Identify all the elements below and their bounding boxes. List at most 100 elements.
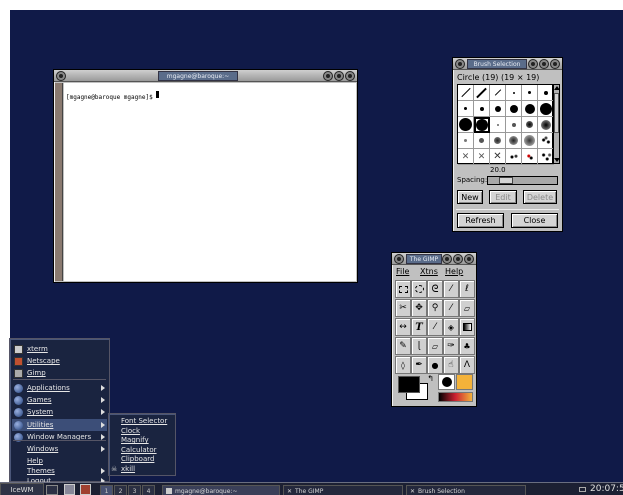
brush-cell[interactable] (474, 101, 490, 117)
close-button[interactable]: Close (511, 213, 558, 228)
brush-cell[interactable] (458, 117, 474, 133)
terminal-launcher-icon[interactable] (64, 484, 75, 495)
close-icon[interactable] (345, 71, 355, 81)
window-menu-icon[interactable] (56, 71, 66, 81)
scissors-icon[interactable]: ✂ (395, 299, 411, 317)
convolve-icon[interactable]: ◊ (395, 356, 411, 374)
active-gradient-icon[interactable] (438, 392, 473, 402)
brush-cell[interactable]: ✕ (474, 149, 490, 165)
submenu-item[interactable]: Magnify (121, 436, 149, 444)
scroll-down-icon[interactable] (554, 158, 560, 162)
brush-cell[interactable] (458, 133, 474, 149)
rect-select-icon[interactable] (395, 280, 411, 298)
brush-cell[interactable] (522, 133, 538, 149)
brush-scrollbar[interactable] (553, 84, 560, 164)
terminal-screen[interactable]: [mgagne@baroque mgagne]$ (64, 83, 356, 281)
task-brush-selection[interactable]: ✕ Brush Selection (406, 485, 526, 495)
terminal-scrollbar[interactable] (55, 83, 63, 281)
task-gimp[interactable]: ✕ The GIMP (283, 485, 403, 495)
color-picker-icon[interactable]: ⁄ (427, 318, 443, 336)
spacing-slider[interactable] (487, 176, 558, 185)
brush-cell[interactable] (522, 149, 538, 165)
task-terminal[interactable]: mgagne@baroque:~ (162, 485, 280, 495)
brush-pattern-gradient[interactable] (438, 374, 474, 404)
brush-cell[interactable] (490, 101, 506, 117)
measure-icon[interactable]: Λ (459, 356, 475, 374)
start-menu-item[interactable]: Windows (12, 443, 107, 455)
menu-help[interactable]: Help (445, 267, 463, 276)
bezier-select-icon[interactable]: ℓ (459, 280, 475, 298)
clone-icon[interactable]: ♣ (459, 337, 475, 355)
ink-icon[interactable]: ✒ (411, 356, 427, 374)
close-icon[interactable] (464, 254, 474, 264)
fuzzy-select-icon[interactable]: ⁄ (443, 280, 459, 298)
brush-cell[interactable]: ✕ (458, 149, 474, 165)
brush-cell[interactable] (506, 149, 522, 165)
brush-cell[interactable] (522, 85, 538, 101)
terminal-titlebar[interactable]: mgagne@baroque:~ (54, 70, 357, 82)
menu-xtns[interactable]: Xtns (420, 267, 438, 276)
brush-cell[interactable] (474, 133, 490, 149)
move-icon[interactable]: ✥ (411, 299, 427, 317)
brush-cell[interactable] (506, 117, 522, 133)
dodge-burn-icon[interactable]: ● (427, 356, 443, 374)
brush-cell[interactable] (522, 117, 538, 133)
brush-cell[interactable] (538, 133, 554, 149)
brush-cell[interactable] (538, 101, 554, 117)
crop-icon[interactable]: ⁄ (443, 299, 459, 317)
brush-cell[interactable] (474, 85, 490, 101)
start-menu-item[interactable]: Games (12, 394, 107, 406)
scroll-up-icon[interactable] (554, 86, 560, 90)
brush-cell[interactable] (458, 101, 474, 117)
active-pattern-icon[interactable] (456, 374, 473, 390)
brush-cell[interactable] (522, 101, 538, 117)
close-icon[interactable] (550, 59, 560, 69)
brush-cell[interactable] (490, 117, 506, 133)
blend-icon[interactable] (459, 318, 475, 336)
window-menu-icon[interactable] (394, 254, 404, 264)
brush-cell[interactable] (490, 133, 506, 149)
workspace-4[interactable]: 4 (142, 485, 155, 495)
show-desktop-icon[interactable] (46, 485, 58, 495)
lasso-icon[interactable]: ᘓ (427, 280, 443, 298)
start-menu-item[interactable]: System (12, 406, 107, 418)
brush-cell[interactable] (506, 101, 522, 117)
delete-button[interactable]: Delete (523, 190, 557, 204)
window-menu-icon[interactable] (455, 59, 465, 69)
minimize-icon[interactable] (528, 59, 538, 69)
edit-button[interactable]: Edit (489, 190, 517, 204)
active-brush-icon[interactable] (438, 374, 455, 390)
mail-icon[interactable] (579, 487, 586, 492)
workspace-1[interactable]: 1 (100, 485, 113, 495)
brush-cell[interactable]: ✕ (490, 149, 506, 165)
flip-icon[interactable]: ↔ (395, 318, 411, 336)
brush-grid[interactable]: ✕ ✕ ✕ (457, 84, 554, 165)
text-icon[interactable]: T (411, 318, 427, 336)
brush-cell[interactable] (490, 85, 506, 101)
submenu-item[interactable]: Calculator (121, 446, 157, 454)
netscape-launcher-icon[interactable] (80, 484, 91, 495)
ellipse-select-icon[interactable] (411, 280, 427, 298)
start-menu-item[interactable]: Gimp (12, 367, 107, 379)
brush-titlebar[interactable]: Brush Selection (453, 58, 562, 70)
transform-icon[interactable]: ▱ (459, 299, 475, 317)
maximize-icon[interactable] (539, 59, 549, 69)
start-menu-item[interactable]: xterm (12, 343, 107, 355)
scroll-thumb[interactable] (554, 93, 559, 133)
airbrush-icon[interactable]: ✑ (443, 337, 459, 355)
refresh-button[interactable]: Refresh (457, 213, 504, 228)
workspace-3[interactable]: 3 (128, 485, 141, 495)
bucket-fill-icon[interactable]: ◈ (443, 318, 459, 336)
maximize-icon[interactable] (453, 254, 463, 264)
brush-cell[interactable] (506, 133, 522, 149)
brush-cell[interactable] (458, 85, 474, 101)
menu-file[interactable]: File (396, 267, 409, 276)
eraser-icon[interactable]: ▱ (427, 337, 443, 355)
minimize-icon[interactable] (442, 254, 452, 264)
new-button[interactable]: New (457, 190, 483, 204)
swap-colors-icon[interactable]: ↰ (427, 374, 434, 383)
submenu-item[interactable]: Clock (121, 427, 140, 435)
brush-cell[interactable] (538, 85, 554, 101)
clock[interactable]: 20:07:5 (590, 484, 623, 494)
fg-bg-colors[interactable]: ↰ (396, 374, 434, 404)
